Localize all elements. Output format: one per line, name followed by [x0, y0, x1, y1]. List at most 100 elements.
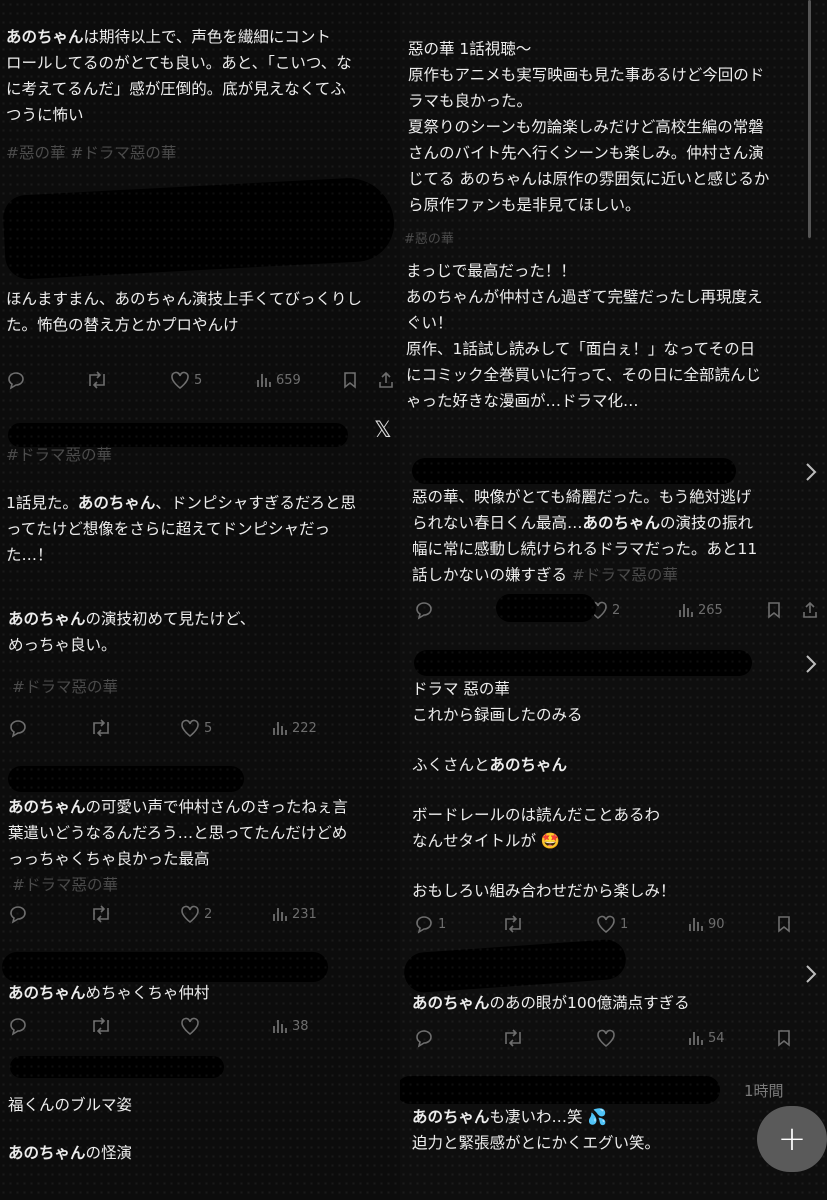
bookmark-button[interactable] — [342, 368, 358, 392]
post-4: あのちゃんの演技初めて見たけど、 めっちゃ良い。 #ドラマ惡の華 — [8, 606, 400, 700]
repost-icon — [505, 915, 521, 933]
like-button[interactable]: 5 — [180, 716, 212, 740]
post-1-line: ロールしてるのがとても良い。あと、「こいつ、な — [6, 54, 352, 72]
post-3-actions: 2 265 — [414, 598, 817, 622]
repost-button[interactable] — [502, 912, 524, 936]
like-button[interactable] — [180, 1014, 200, 1038]
x-logo-icon: 𝕏 — [374, 418, 392, 443]
chevron-right-icon[interactable] — [804, 654, 818, 674]
reply-button[interactable] — [414, 1026, 434, 1050]
hashtag[interactable]: #ドラマ惡の華 — [12, 872, 400, 898]
scrollbar[interactable] — [808, 0, 811, 238]
hashtag[interactable]: #惡の華 #ドラマ惡の華 — [6, 140, 400, 166]
post-6-actions: 38 — [8, 1014, 398, 1038]
left-screenshot: あのちゃんは期待以上で、声色を繊細にコント ロールしてるのがとても良い。あと、「… — [0, 0, 400, 1200]
views-icon — [257, 374, 271, 387]
reply-button[interactable] — [8, 902, 28, 926]
repost-button[interactable] — [90, 716, 112, 740]
views[interactable]: 54 — [688, 1026, 725, 1050]
post-4-text: あのちゃんの演技初めて見たけど、 めっちゃ良い。 — [8, 610, 256, 654]
views[interactable]: 231 — [272, 902, 317, 926]
chevron-right-icon[interactable] — [804, 964, 818, 984]
bookmark-icon — [768, 602, 780, 619]
share-button[interactable] — [378, 368, 394, 392]
like-button[interactable] — [596, 1026, 616, 1050]
reply-button[interactable] — [414, 598, 434, 622]
heart-icon — [181, 719, 199, 737]
post-3-text: 話しかないの嫌すぎる #ドラマ惡の華 — [412, 566, 678, 584]
bookmark-button[interactable] — [776, 912, 792, 936]
hashtag[interactable]: #ドラマ惡の華 — [6, 442, 400, 468]
bookmark-button[interactable] — [766, 598, 782, 622]
timestamp: 1時間 — [744, 1082, 784, 1100]
like-button[interactable]: 5 — [170, 368, 202, 392]
hashtag[interactable]: #惡の華 — [404, 232, 827, 248]
redacted-user — [412, 458, 736, 484]
reply-icon — [8, 372, 24, 390]
post-3-text: 1話見た。あのちゃん、ドンピシャすぎるだろと思 — [6, 494, 356, 512]
bookmark-button[interactable] — [776, 1026, 792, 1050]
redacted-user — [414, 650, 752, 676]
post-7-text: あのちゃんの怪演 — [8, 1144, 133, 1162]
repost-button[interactable] — [86, 368, 108, 392]
reply-icon — [10, 1018, 26, 1036]
post-4-actions: 1 1 90 — [414, 912, 814, 936]
post-4-actions: 5 222 — [8, 716, 398, 740]
repost-icon — [93, 1017, 109, 1035]
post-5-text: あのちゃんの可愛い声で仲村さんのきったねぇ言 葉遣いどうなるんだろう…と思ってた… — [8, 798, 348, 868]
heart-icon — [597, 915, 615, 933]
views[interactable]: 659 — [256, 368, 301, 392]
post-3-text: ってたけど想像をさらに超えてドンピシャだっ た…！ — [6, 520, 330, 564]
post-5-actions: 2 231 — [8, 902, 398, 926]
like-button[interactable]: 1 — [596, 912, 628, 936]
hashtag[interactable]: #ドラマ惡の華 — [572, 566, 678, 584]
post-7-text: 福くんのブルマ姿 — [8, 1096, 133, 1114]
repost-icon — [89, 371, 105, 389]
like-button[interactable]: 2 — [180, 902, 212, 926]
reply-button[interactable] — [6, 368, 26, 392]
share-button[interactable] — [802, 598, 818, 622]
post-2-actions: 5 659 — [6, 368, 396, 392]
redacted-user — [400, 1076, 720, 1104]
post-3-text: 幅に常に感動し続けられるドラマだった。あと11 — [412, 540, 758, 558]
redacted-user — [2, 952, 328, 982]
compose-fab-button[interactable]: + — [757, 1106, 827, 1172]
views[interactable]: 265 — [678, 598, 723, 622]
views[interactable]: 222 — [272, 716, 317, 740]
views-icon — [273, 1020, 287, 1033]
reply-button[interactable]: 1 — [414, 912, 446, 936]
post-5: あのちゃんの可愛い声で仲村さんのきったねぇ言 葉遣いどうなるんだろう…と思ってた… — [8, 794, 400, 898]
repost-icon — [505, 1029, 521, 1047]
share-icon — [379, 371, 393, 388]
views[interactable]: 90 — [688, 912, 725, 936]
views-icon — [679, 604, 693, 617]
repost-button[interactable] — [90, 1014, 112, 1038]
reply-button[interactable] — [8, 1014, 28, 1038]
redacted-user — [8, 766, 244, 792]
right-screenshot: 惡の華 1話視聴〜 原作もアニメも実写映画も見た事あるけど今回のド ラマも良かっ… — [400, 0, 827, 1200]
bookmark-icon — [778, 916, 790, 933]
repost-button[interactable] — [502, 1026, 524, 1050]
reply-button[interactable] — [8, 716, 28, 740]
chevron-right-icon[interactable] — [804, 462, 818, 482]
post-1-text: あのちゃんは期待以上で、声色を繊細にコント — [6, 28, 331, 46]
views-icon — [273, 908, 287, 921]
reply-icon — [416, 1030, 432, 1048]
post-4: ドラマ 惡の華 これから録画したのみる ふくさんとあのちゃん ボードレールのは読… — [412, 676, 827, 904]
post-4-text: ボードレールのは読んだことあるわ なんせタイトルが 🤩 — [412, 806, 661, 850]
bookmark-icon — [344, 372, 356, 389]
post-2-text: まっじで最高だった！！ あのちゃんが仲村さん過ぎて完璧だったし再現度え ぐい！ … — [406, 262, 763, 410]
post-3: #ドラマ惡の華 1話見た。あのちゃん、ドンピシャすぎるだろと思 ってたけど想像を… — [6, 442, 400, 568]
post-6-text: あのちゃんめちゃくちゃ仲村 — [8, 984, 210, 1002]
views[interactable]: 38 — [272, 1014, 309, 1038]
post-3-text: 惡の華、映像がとても綺麗だった。もう絶対逃げ — [412, 488, 752, 506]
post-1: あのちゃんは期待以上で、声色を繊細にコント ロールしてるのがとても良い。あと、「… — [6, 24, 400, 166]
hashtag[interactable]: #ドラマ惡の華 — [12, 674, 400, 700]
repost-button[interactable] — [90, 902, 112, 926]
post-1-text: 惡の華 1話視聴〜 原作もアニメも実写映画も見た事あるけど今回のド ラマも良かっ… — [408, 40, 770, 214]
views-icon — [689, 1032, 703, 1045]
heart-icon — [597, 1029, 615, 1047]
redacted-repost — [496, 594, 596, 622]
redacted-user — [402, 938, 628, 994]
post-5-text: あのちゃんのあの眼が100億満点すぎる — [412, 994, 690, 1012]
